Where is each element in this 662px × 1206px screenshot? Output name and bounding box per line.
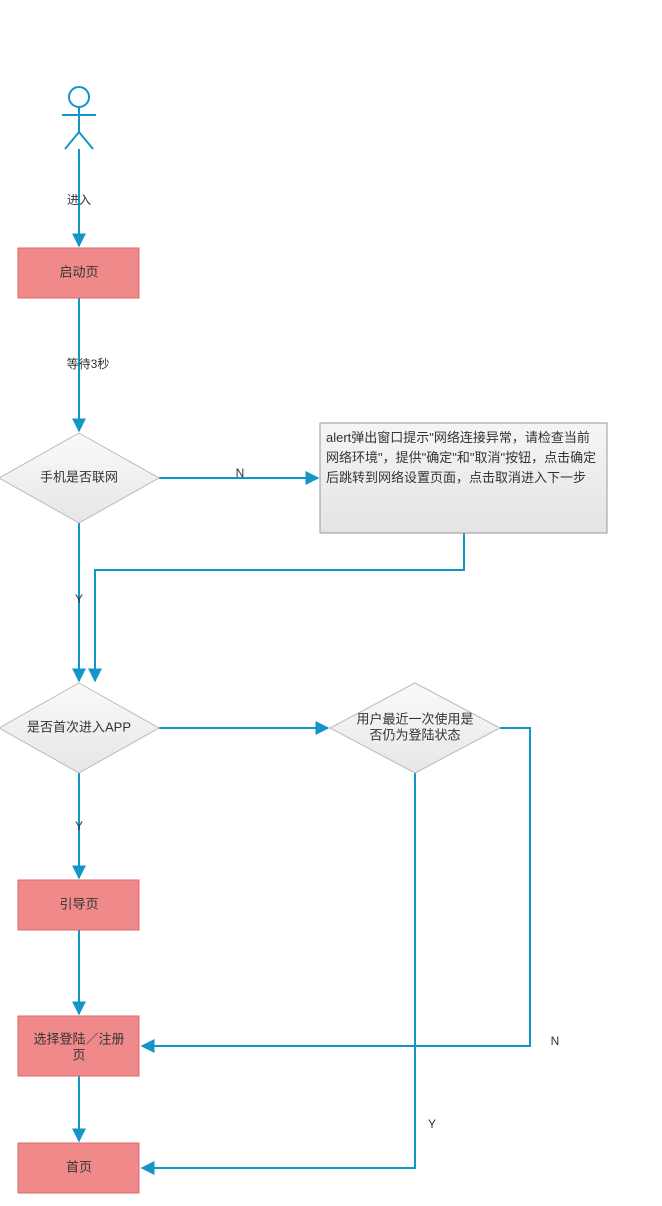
node-start: 启动页 bbox=[18, 248, 139, 298]
node-choose-label-1: 选择登陆／注册 bbox=[33, 1031, 124, 1046]
node-net-label: 手机是否联网 bbox=[40, 469, 118, 484]
label-enter: 进入 bbox=[67, 193, 91, 207]
label-net-n: N bbox=[236, 466, 245, 480]
label-net-y: Y bbox=[75, 592, 83, 606]
edges bbox=[79, 149, 530, 1168]
node-login: 用户最近一次使用是 否仍为登陆状态 bbox=[330, 683, 500, 773]
edge-login-yes bbox=[142, 773, 415, 1168]
label-login-n: N bbox=[551, 1034, 560, 1048]
node-first: 是否首次进入APP bbox=[0, 683, 159, 773]
node-alert: alert弹出窗口提示"网络连接异常，请检查当前网络环境"，提供"确定"和"取消… bbox=[320, 423, 607, 533]
label-login-y: Y bbox=[428, 1117, 436, 1131]
node-start-label: 启动页 bbox=[59, 264, 98, 279]
node-home-label: 首页 bbox=[66, 1159, 92, 1174]
node-alert-text: alert弹出窗口提示"网络连接异常，请检查当前网络环境"，提供"确定"和"取消… bbox=[326, 430, 596, 485]
node-home: 首页 bbox=[18, 1143, 139, 1193]
label-first-y: Y bbox=[75, 819, 83, 833]
label-wait3s: 等待3秒 bbox=[67, 357, 110, 371]
actor-icon bbox=[62, 87, 96, 149]
edge-login-no bbox=[142, 728, 530, 1046]
edge-labels: 进入 等待3秒 N Y Y N Y bbox=[67, 193, 560, 1131]
node-net: 手机是否联网 bbox=[0, 433, 159, 523]
node-first-label: 是否首次进入APP bbox=[27, 719, 131, 734]
node-guide: 引导页 bbox=[18, 880, 139, 930]
node-choose: 选择登陆／注册 页 bbox=[18, 1016, 139, 1076]
node-guide-label: 引导页 bbox=[59, 896, 98, 911]
edge-alert-next bbox=[95, 533, 464, 681]
node-choose-label-2: 页 bbox=[72, 1047, 85, 1062]
node-login-label-1: 用户最近一次使用是 bbox=[356, 711, 473, 726]
node-login-label-2: 否仍为登陆状态 bbox=[369, 727, 460, 742]
